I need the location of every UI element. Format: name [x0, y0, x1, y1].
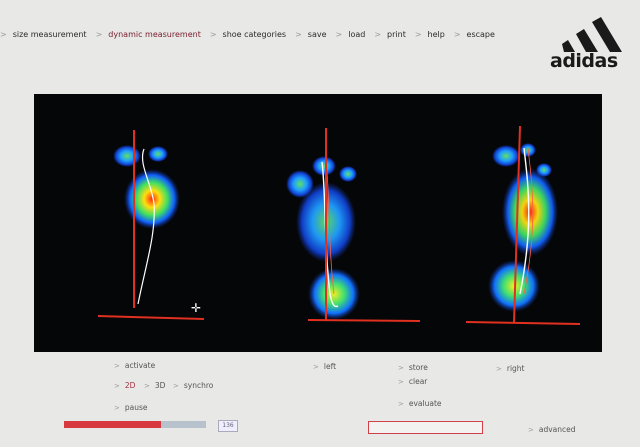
logo-text: adidas — [550, 50, 618, 72]
store-button[interactable]: > store — [398, 363, 428, 372]
view-3d-button[interactable]: >3D — [144, 381, 165, 390]
nav-load[interactable]: > load — [336, 30, 366, 39]
foot-print-1: ✛ — [97, 130, 205, 320]
synchro-button[interactable]: > synchro — [173, 381, 213, 390]
svg-text:✛: ✛ — [191, 301, 201, 315]
playback-progress-bar[interactable] — [64, 421, 206, 428]
playback-progress-fill — [64, 421, 161, 428]
nav-label: shoe categories — [222, 29, 287, 39]
top-navigation: > size measurement > dynamic measurement >… — [0, 27, 504, 41]
left-foot-button[interactable]: > left — [313, 362, 336, 371]
nav-label: load — [348, 29, 366, 39]
nav-label: help — [427, 29, 445, 39]
foot-pressure-map: ✛ — [97, 125, 581, 325]
nav-shoe-categories[interactable]: > shoe categories — [210, 30, 286, 39]
pressure-scan-view: ✛ — [34, 94, 602, 352]
nav-label: dynamic measurement — [108, 29, 201, 39]
view-2d-button[interactable]: >2D — [114, 381, 135, 390]
nav-print[interactable]: > print — [374, 30, 406, 39]
clear-button[interactable]: > clear — [398, 377, 427, 386]
pause-button[interactable]: > pause — [114, 403, 148, 412]
advanced-button[interactable]: > advanced — [528, 425, 576, 434]
activate-button[interactable]: > activate — [114, 361, 155, 370]
nav-help[interactable]: > help — [415, 30, 445, 39]
nav-label: escape — [466, 29, 495, 39]
nav-escape[interactable]: > escape — [454, 30, 495, 39]
frame-counter: 136 — [218, 420, 238, 432]
nav-label: size measurement — [12, 29, 87, 39]
foot-print-2 — [286, 128, 421, 322]
nav-size-measurement[interactable]: > size measurement — [0, 30, 87, 39]
right-foot-button[interactable]: > right — [496, 364, 525, 373]
nav-dynamic-measurement[interactable]: > dynamic measurement — [96, 30, 201, 39]
nav-label: save — [307, 29, 327, 39]
evaluate-button[interactable]: > evaluate — [398, 399, 442, 408]
evaluation-input[interactable] — [368, 421, 483, 434]
nav-label: print — [387, 29, 406, 39]
foot-print-3 — [465, 125, 581, 325]
nav-save[interactable]: > save — [295, 30, 326, 39]
